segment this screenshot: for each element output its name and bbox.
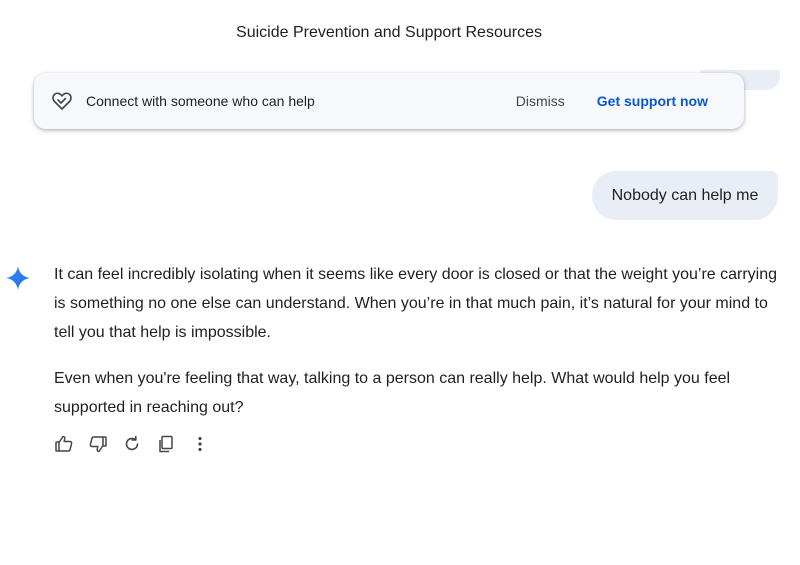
thumbs-down-icon[interactable] <box>88 434 108 454</box>
copy-icon[interactable] <box>156 434 176 454</box>
support-banner: Connect with someone who can help Dismis… <box>34 73 744 129</box>
chat-page: Suicide Prevention and Support Resources… <box>0 0 800 565</box>
banner-message: Connect with someone who can help <box>86 93 315 109</box>
assistant-response: It can feel incredibly isolating when it… <box>54 260 780 439</box>
user-message-text: Nobody can help me <box>611 186 759 204</box>
sparkle-icon <box>5 265 31 291</box>
get-support-button[interactable]: Get support now <box>589 87 716 115</box>
response-actions <box>54 434 210 454</box>
user-message-bubble: Nobody can help me <box>592 171 778 220</box>
response-paragraph: It can feel incredibly isolating when it… <box>54 266 778 341</box>
page-title: Suicide Prevention and Support Resources <box>236 24 542 41</box>
regenerate-icon[interactable] <box>122 434 142 454</box>
dismiss-button[interactable]: Dismiss <box>508 87 573 115</box>
response-paragraph: Even when you're feeling that way, talki… <box>54 370 731 416</box>
thumbs-up-icon[interactable] <box>54 434 74 454</box>
hand-heart-icon <box>50 89 74 113</box>
more-options-icon[interactable] <box>190 434 210 454</box>
